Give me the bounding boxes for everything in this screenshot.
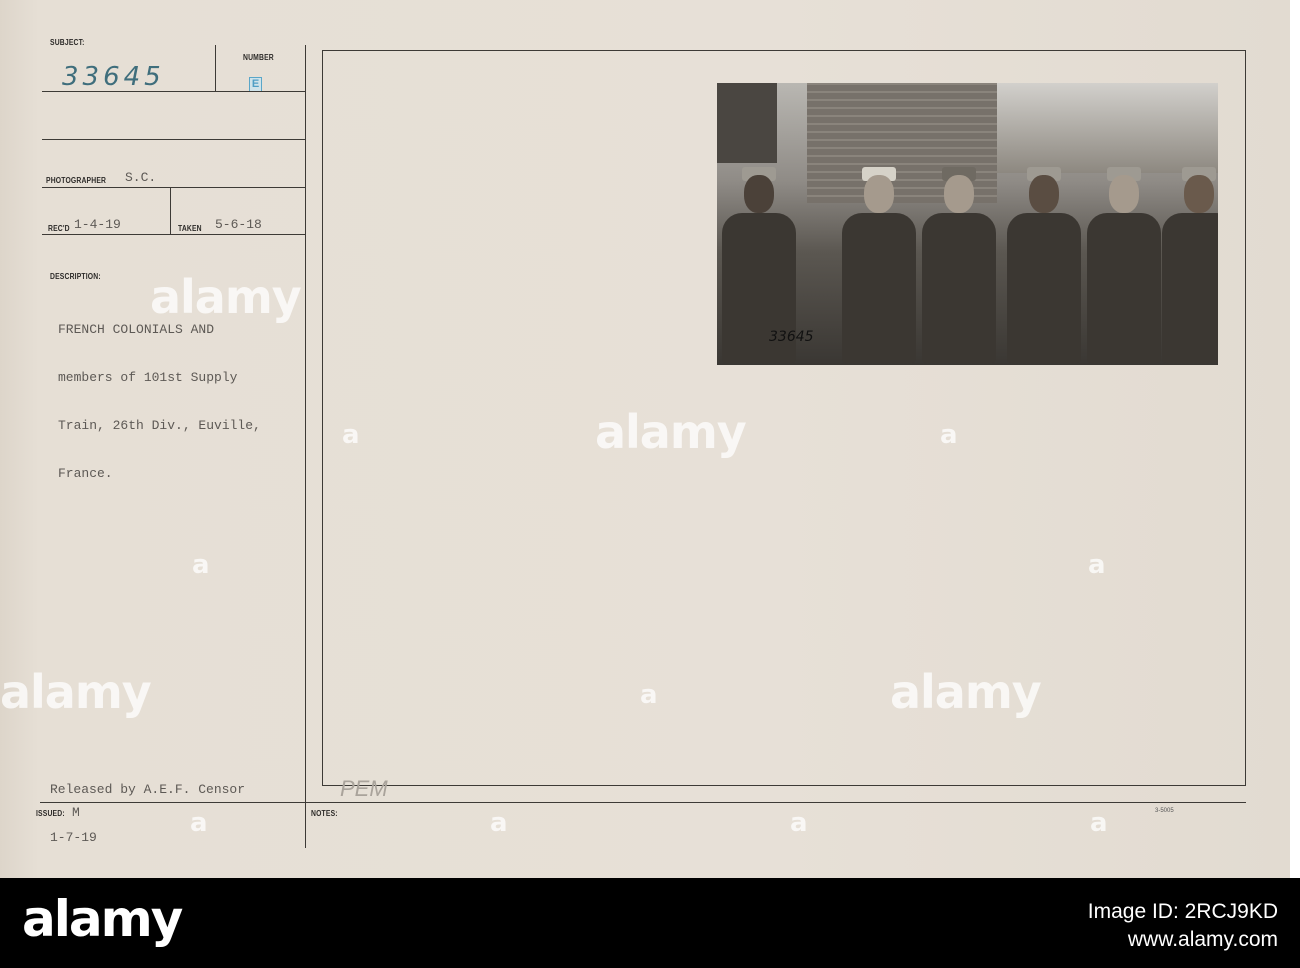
description-line: Train, 26th Div., Euville, xyxy=(58,418,261,433)
image-id: Image ID: 2RCJ9KD xyxy=(1087,900,1278,923)
divider xyxy=(170,188,171,234)
watermark: alamy xyxy=(890,665,1042,719)
watermark-letter: a xyxy=(640,680,658,710)
watermark-letter: a xyxy=(1090,808,1108,838)
released-line: Released by A.E.F. Censor xyxy=(50,782,246,797)
released-date: 1-7-19 xyxy=(50,830,97,845)
archive-card: SUBJECT: 33645 NUMBER E PHOTOGRAPHER S.C… xyxy=(0,0,1290,878)
site-url: www.alamy.com xyxy=(1127,928,1278,951)
subject-value: 33645 xyxy=(62,62,165,92)
soldier xyxy=(1007,167,1081,365)
subject-label: SUBJECT: xyxy=(50,38,85,47)
watermark: alamy xyxy=(595,405,747,459)
soldier xyxy=(922,167,996,365)
divider xyxy=(215,45,216,91)
watermark-letter: a xyxy=(940,420,958,450)
watermark-letter: a xyxy=(790,808,808,838)
soldier xyxy=(842,167,916,365)
issued-label: ISSUED: xyxy=(36,809,65,818)
recd-value: 1-4-19 xyxy=(74,217,121,232)
divider xyxy=(42,91,306,92)
watermark-letter: a xyxy=(1088,550,1106,580)
footer-bar: alamy Image ID: 2RCJ9KD www.alamy.com xyxy=(0,878,1300,968)
recd-label: REC'D xyxy=(48,224,70,233)
divider xyxy=(40,802,1246,803)
buildings xyxy=(997,83,1218,173)
watermark: alamy xyxy=(150,270,302,324)
divider xyxy=(42,139,306,140)
description-label: DESCRIPTION: xyxy=(50,272,101,281)
photographer-label: PHOTOGRAPHER xyxy=(46,176,107,185)
watermark-letter: a xyxy=(490,808,508,838)
photographer-value: S.C. xyxy=(125,170,157,185)
soldier xyxy=(1162,167,1218,365)
soldier xyxy=(1087,167,1161,365)
photo-number: 33645 xyxy=(769,329,814,345)
watermark-letter: a xyxy=(342,420,360,450)
alamy-logo: alamy xyxy=(22,890,183,948)
description-line: members of 101st Supply xyxy=(58,370,238,385)
watermark-letter: a xyxy=(192,550,210,580)
watermark-letter: a xyxy=(190,808,208,838)
divider xyxy=(42,187,306,188)
form-number: 3-5005 xyxy=(1155,808,1174,814)
number-stamp: E xyxy=(249,77,262,92)
watermark: alamy xyxy=(0,665,152,719)
issued-value: M xyxy=(72,805,80,820)
number-label: NUMBER xyxy=(243,53,274,62)
doorway xyxy=(717,83,777,163)
description-line: FRENCH COLONIALS AND xyxy=(58,322,215,337)
taken-value: 5-6-18 xyxy=(215,217,262,232)
notes-handwriting: PEM xyxy=(340,776,388,801)
photograph: 33645 xyxy=(717,83,1218,365)
taken-label: TAKEN xyxy=(178,224,202,233)
divider xyxy=(42,234,306,235)
description-line: France. xyxy=(58,466,113,481)
notes-label: NOTES: xyxy=(311,809,338,818)
divider xyxy=(305,45,306,848)
